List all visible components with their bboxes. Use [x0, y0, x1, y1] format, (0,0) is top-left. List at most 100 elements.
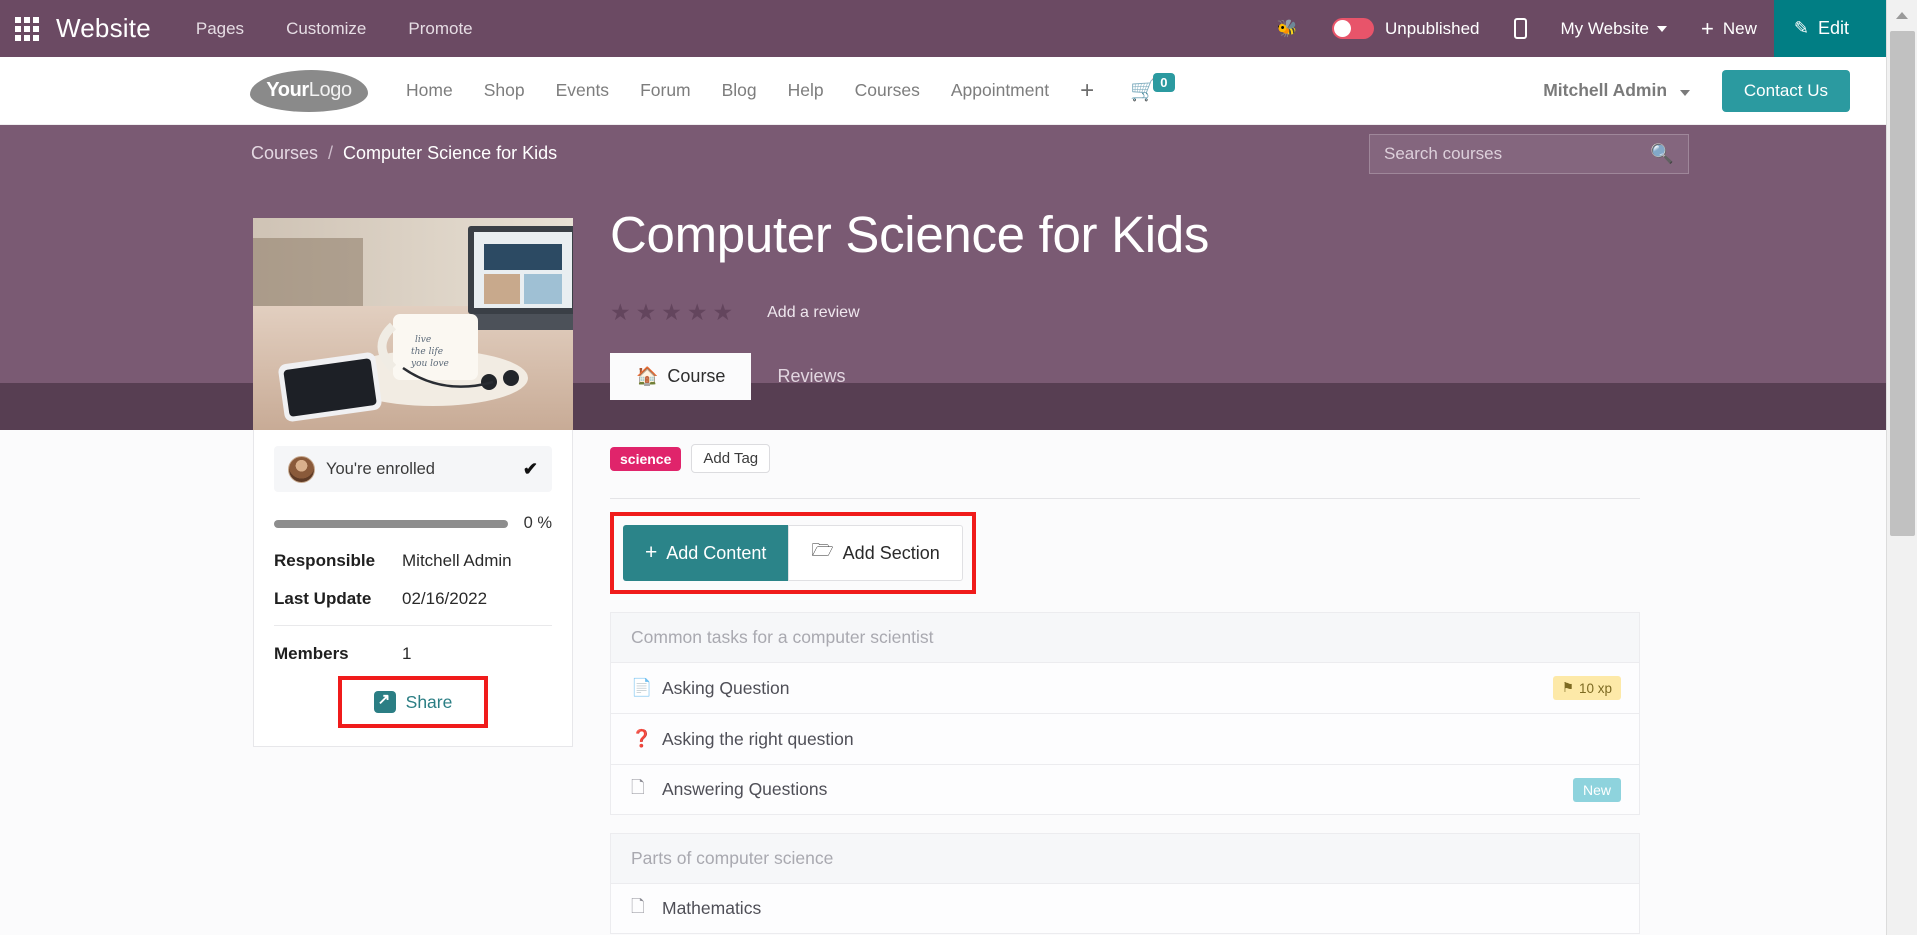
menu-pages[interactable]: Pages	[196, 19, 244, 39]
info-key: Members	[274, 644, 349, 663]
menu-promote[interactable]: Promote	[408, 19, 472, 39]
tab-reviews[interactable]: Reviews	[751, 353, 871, 400]
course-tabs: 🏠 Course Reviews	[610, 353, 1640, 400]
info-value: Mitchell Admin	[402, 551, 512, 570]
thumbnail-illustration: live the life you love	[253, 218, 573, 430]
info-key: Last Update	[274, 589, 372, 608]
list-item-label: Mathematics	[662, 898, 762, 918]
website-selector-label: My Website	[1560, 18, 1650, 38]
progress-bar	[274, 519, 508, 528]
plus-icon: +	[645, 541, 658, 564]
nav-forum[interactable]: Forum	[640, 80, 691, 101]
breadcrumb-courses-link[interactable]: Courses	[251, 143, 318, 164]
star-icon[interactable]: ★	[610, 299, 631, 326]
add-review-link[interactable]: Add a review	[767, 304, 860, 322]
progress-label: 0 %	[523, 514, 552, 532]
course-thumbnail: live the life you love	[253, 218, 573, 430]
nav-help[interactable]: Help	[788, 80, 824, 101]
page-scrollbar[interactable]	[1886, 0, 1917, 935]
nav-blog[interactable]: Blog	[722, 80, 757, 101]
plus-icon: +	[1701, 15, 1714, 41]
share-icon	[373, 690, 396, 713]
check-icon: ✔	[522, 458, 538, 479]
star-rating[interactable]: ★ ★ ★ ★ ★	[610, 299, 733, 326]
star-icon[interactable]: ★	[687, 299, 708, 326]
add-content-label: Add Content	[666, 542, 767, 563]
list-item[interactable]: ❓ Asking the right question	[610, 713, 1640, 764]
new-badge: New	[1572, 777, 1621, 802]
star-icon[interactable]: ★	[636, 299, 657, 326]
website-selector[interactable]: My Website	[1544, 19, 1685, 39]
add-section-button[interactable]: 🗁 Add Section	[788, 525, 963, 581]
publish-state-label: Unpublished	[1384, 18, 1480, 38]
content-section: Parts of computer science 🗋 Mathematics	[610, 833, 1640, 934]
publish-switch-icon	[1331, 18, 1374, 39]
search-input[interactable]: Search courses 🔍	[1369, 133, 1689, 174]
add-tag-button[interactable]: Add Tag	[691, 444, 771, 473]
chevron-down-icon	[1679, 90, 1690, 96]
content-section: Common tasks for a computer scientist 📄 …	[610, 612, 1640, 815]
new-button[interactable]: + New	[1684, 16, 1774, 42]
mobile-preview-button[interactable]	[1497, 18, 1544, 39]
menu-customize[interactable]: Customize	[286, 19, 366, 39]
page-title: Computer Science for Kids	[610, 206, 1210, 263]
breadcrumb-current: Computer Science for Kids	[343, 143, 558, 163]
nav-courses[interactable]: Courses	[855, 80, 920, 101]
star-icon[interactable]: ★	[661, 299, 682, 326]
add-section-label: Add Section	[842, 542, 940, 563]
nav-home[interactable]: Home	[406, 80, 453, 101]
add-nav-item-icon[interactable]: +	[1080, 78, 1094, 103]
search-placeholder: Search courses	[1384, 143, 1503, 163]
info-value: 02/16/2022	[402, 589, 488, 608]
backend-right-tools: 🐝 Unpublished My Website + New ✎ Edit	[1260, 0, 1917, 57]
enrollment-status: You're enrolled ✔	[274, 446, 552, 492]
list-item-label: Asking Question	[662, 677, 790, 698]
mobile-preview-icon	[1513, 18, 1527, 39]
breadcrumb: Courses / Computer Science for Kids	[251, 143, 557, 164]
scroll-up-arrow-icon[interactable]	[1887, 0, 1917, 31]
share-button[interactable]: Share	[337, 676, 489, 728]
list-item[interactable]: 📄 Asking Question ⚑ 10 xp	[610, 662, 1640, 713]
course-main: Computer Science for Kids ★ ★ ★ ★ ★ Add …	[610, 205, 1640, 934]
list-item[interactable]: 🗋 Mathematics	[610, 883, 1640, 934]
share-highlight-wrap: Share	[274, 676, 552, 728]
progress-row: 0 %	[274, 514, 552, 533]
publish-toggle[interactable]: Unpublished	[1315, 18, 1497, 39]
tab-course[interactable]: 🏠 Course	[610, 353, 752, 400]
info-row-last-update: Last Update 02/16/2022	[274, 589, 552, 609]
user-menu-label: Mitchell Admin	[1543, 80, 1668, 100]
rating-row: ★ ★ ★ ★ ★ Add a review	[610, 299, 1640, 326]
xp-badge-label: 10 xp	[1578, 680, 1612, 696]
nav-shop[interactable]: Shop	[484, 80, 525, 101]
apps-grid-icon[interactable]	[14, 16, 40, 42]
debug-bug-icon[interactable]: 🐝	[1260, 19, 1315, 39]
nav-events[interactable]: Events	[556, 80, 610, 101]
logo-light-text: Logo	[308, 79, 352, 101]
pdf-file-icon: 🗋	[631, 897, 645, 916]
star-icon[interactable]: ★	[713, 299, 734, 326]
section-heading: Parts of computer science	[610, 833, 1640, 883]
tag-science[interactable]: science	[610, 446, 682, 471]
edit-button[interactable]: ✎ Edit	[1773, 0, 1869, 57]
site-logo[interactable]: Your Logo	[250, 69, 368, 112]
contact-us-button[interactable]: Contact Us	[1721, 69, 1850, 112]
document-icon: 📄	[631, 678, 653, 697]
share-label: Share	[405, 691, 453, 712]
cart-button[interactable]: 🛒 0	[1130, 72, 1175, 103]
list-item-label: Answering Questions	[662, 779, 828, 799]
svg-text:the life: the life	[411, 347, 443, 357]
question-circle-icon: ❓	[631, 729, 653, 748]
add-content-button[interactable]: + Add Content	[623, 525, 789, 581]
scrollbar-thumb[interactable]	[1890, 31, 1915, 536]
breadcrumb-separator: /	[328, 143, 334, 163]
new-button-label: New	[1722, 18, 1757, 38]
search-icon[interactable]: 🔍	[1650, 142, 1674, 166]
breadcrumb-band: Courses / Computer Science for Kids Sear…	[0, 125, 1886, 182]
list-item[interactable]: 🗋 Answering Questions New	[610, 764, 1640, 815]
nav-appointment[interactable]: Appointment	[951, 80, 1049, 101]
tab-course-label: Course	[667, 366, 726, 386]
course-sidebar: live the life you love You're enrolled ✔…	[253, 218, 573, 747]
tab-reviews-label: Reviews	[777, 366, 846, 386]
pdf-file-icon: 🗋	[631, 778, 645, 797]
user-menu[interactable]: Mitchell Admin	[1543, 80, 1690, 101]
